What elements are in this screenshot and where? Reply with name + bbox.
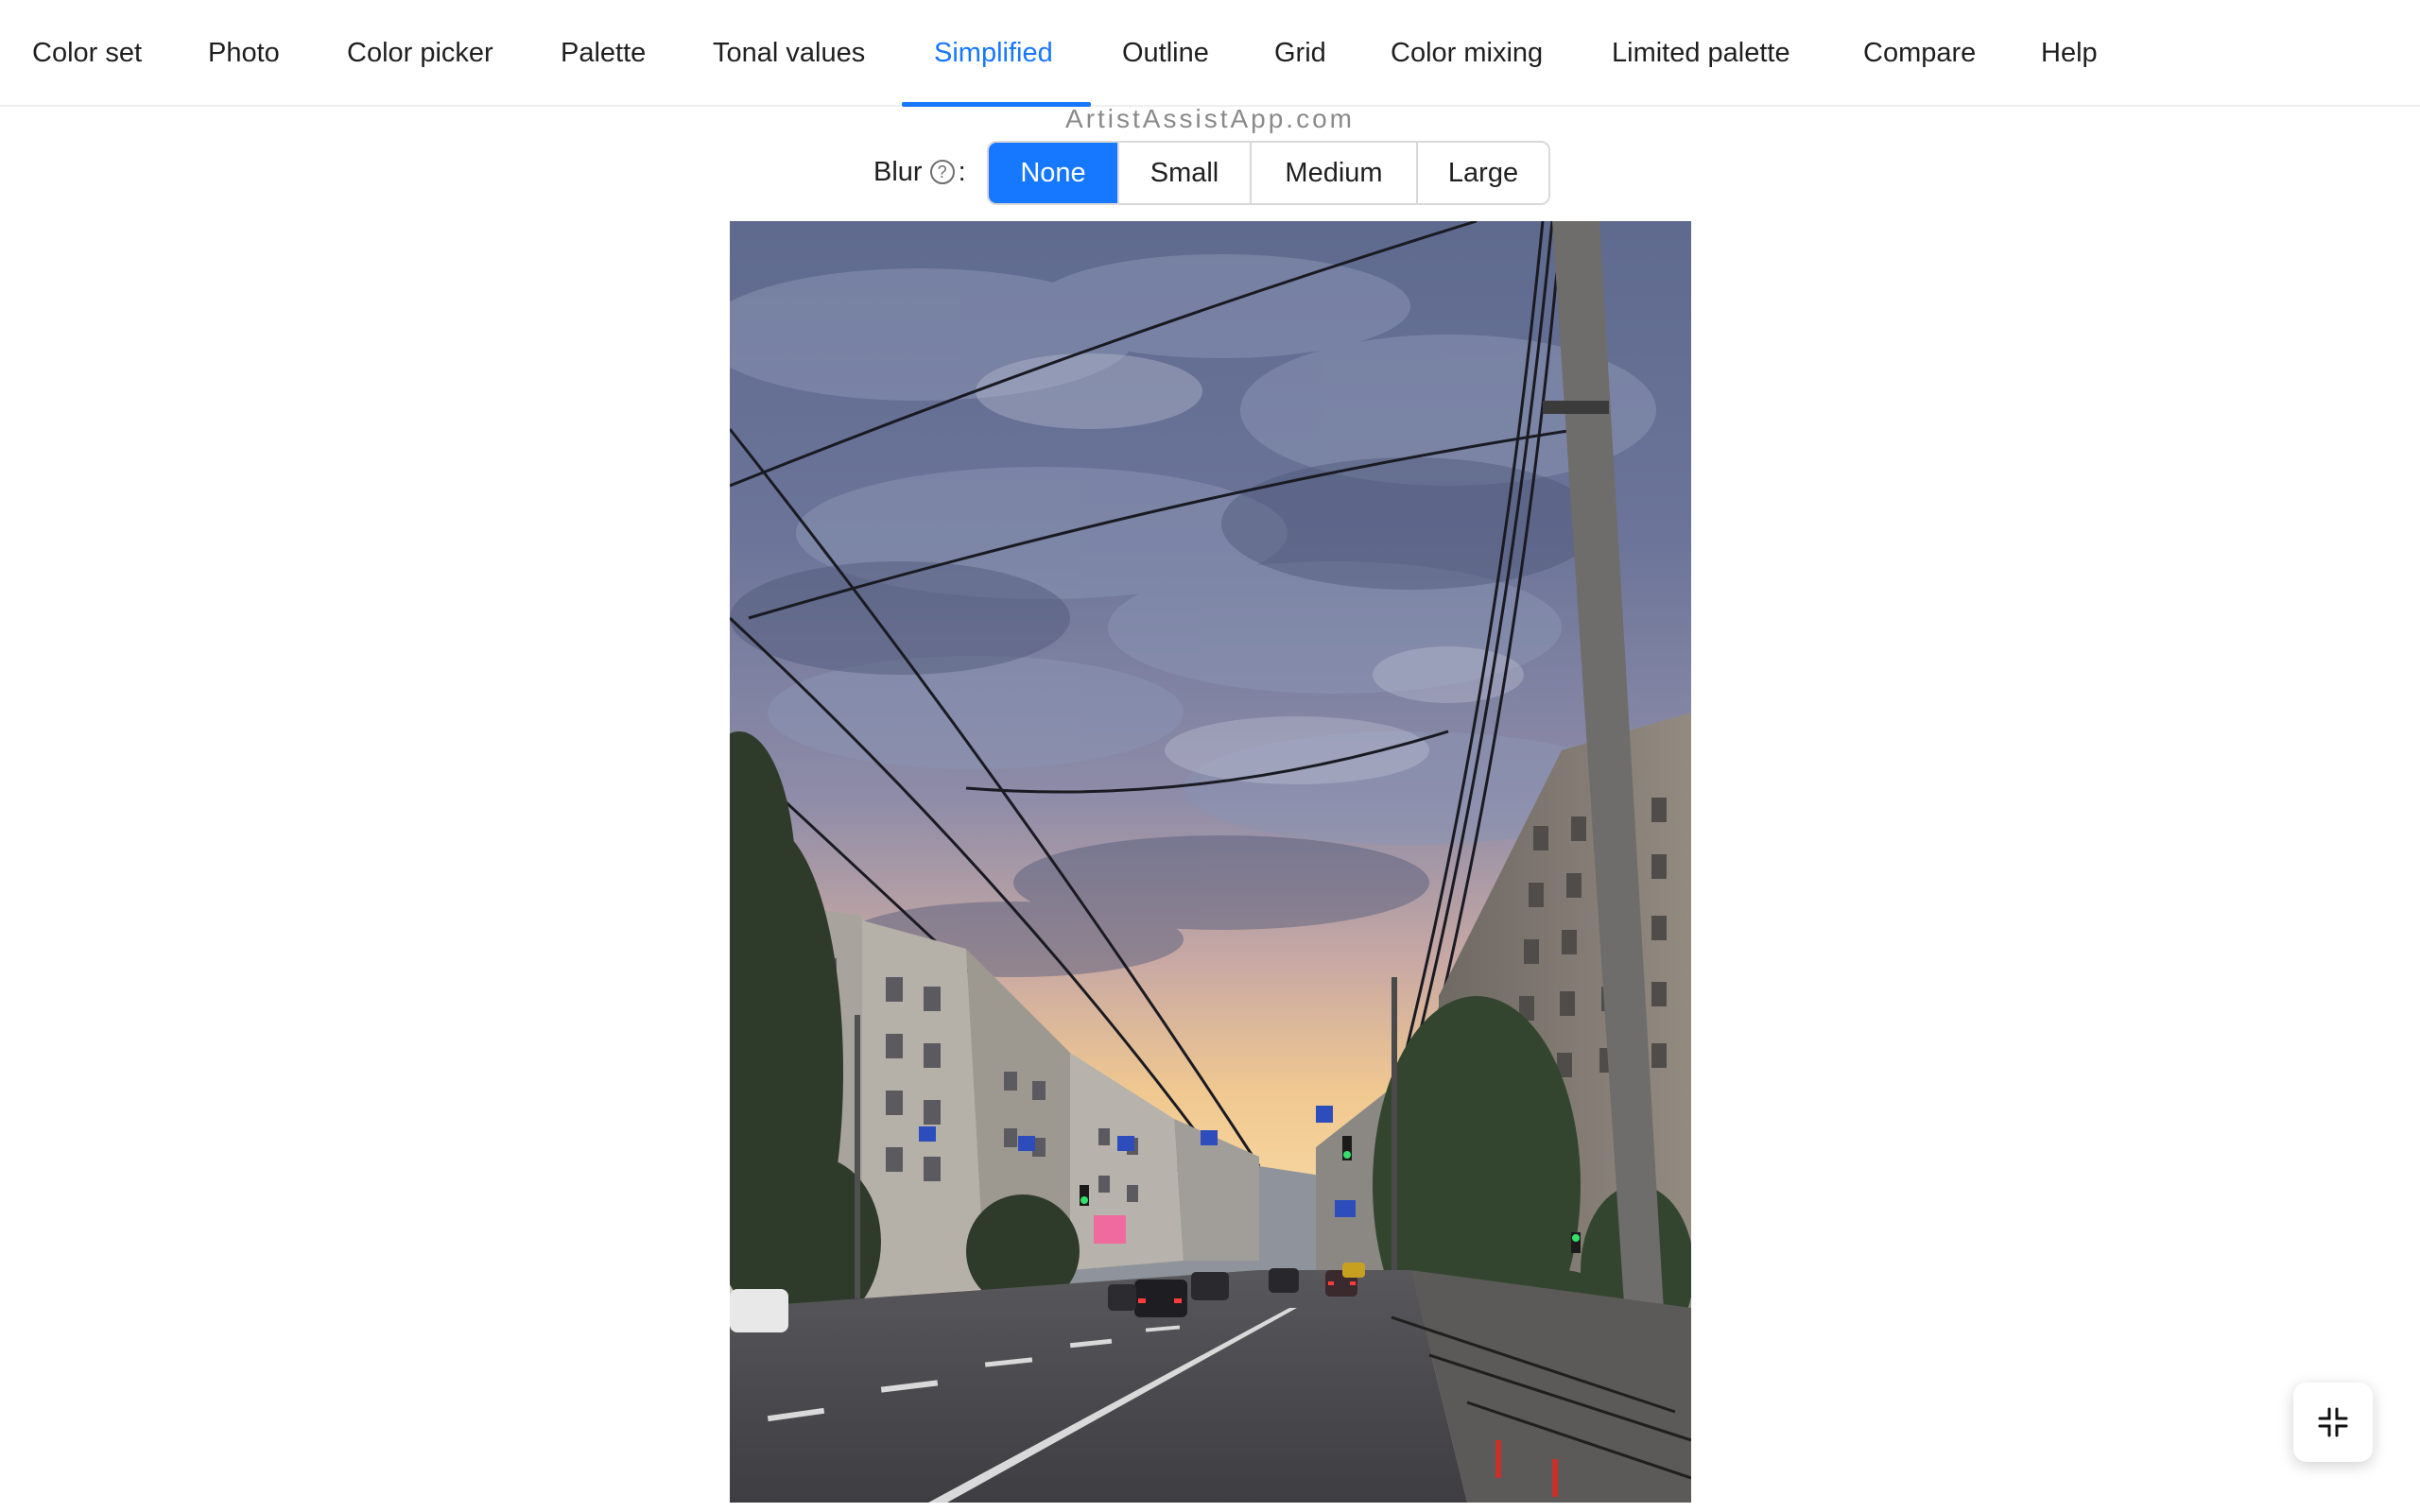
blur-label-group: Blur ? : bbox=[873, 151, 966, 193]
tab-help[interactable]: Help bbox=[2041, 0, 2098, 107]
tab-palette[interactable]: Palette bbox=[561, 0, 646, 107]
tab-simplified[interactable]: Simplified bbox=[934, 0, 1053, 107]
question-circle-icon[interactable]: ? bbox=[929, 160, 955, 184]
tab-limited-palette[interactable]: Limited palette bbox=[1612, 0, 1790, 107]
tab-outline[interactable]: Outline bbox=[1122, 0, 1209, 107]
watermark: ArtistAssistApp.com bbox=[1065, 104, 1355, 133]
blur-label: Blur bbox=[873, 156, 923, 187]
fullscreen-exit-button[interactable] bbox=[2293, 1383, 2373, 1462]
blur-option-large[interactable]: Large bbox=[1416, 143, 1548, 203]
fullscreen-exit-icon bbox=[2318, 1407, 2348, 1437]
simplified-photo[interactable] bbox=[730, 221, 1691, 1503]
tab-bar: Color set Photo Color picker Palette Ton… bbox=[0, 0, 2420, 107]
tab-grid[interactable]: Grid bbox=[1274, 0, 1326, 107]
tab-compare[interactable]: Compare bbox=[1863, 0, 1976, 107]
blur-colon: : bbox=[958, 156, 966, 187]
blur-option-small[interactable]: Small bbox=[1117, 143, 1250, 203]
blur-segmented-control: None Small Medium Large bbox=[987, 141, 1550, 205]
tab-color-picker[interactable]: Color picker bbox=[347, 0, 493, 107]
tab-photo[interactable]: Photo bbox=[208, 0, 280, 107]
street-sunset-image bbox=[730, 221, 1691, 1503]
blur-option-none[interactable]: None bbox=[989, 143, 1117, 203]
tab-color-set[interactable]: Color set bbox=[32, 0, 142, 107]
blur-option-medium[interactable]: Medium bbox=[1250, 143, 1416, 203]
tab-tonal-values[interactable]: Tonal values bbox=[713, 0, 865, 107]
tab-color-mixing[interactable]: Color mixing bbox=[1391, 0, 1543, 107]
